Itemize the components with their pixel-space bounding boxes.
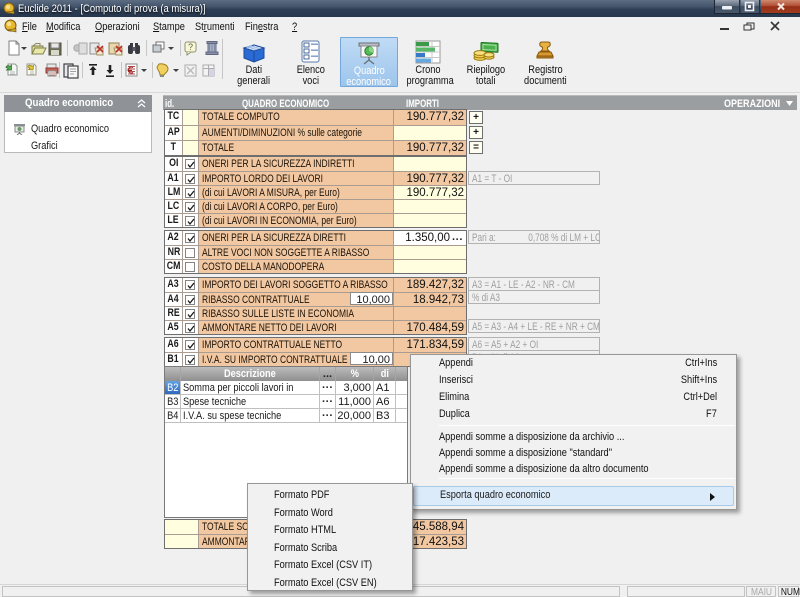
svg-text:?: ? xyxy=(188,42,193,52)
